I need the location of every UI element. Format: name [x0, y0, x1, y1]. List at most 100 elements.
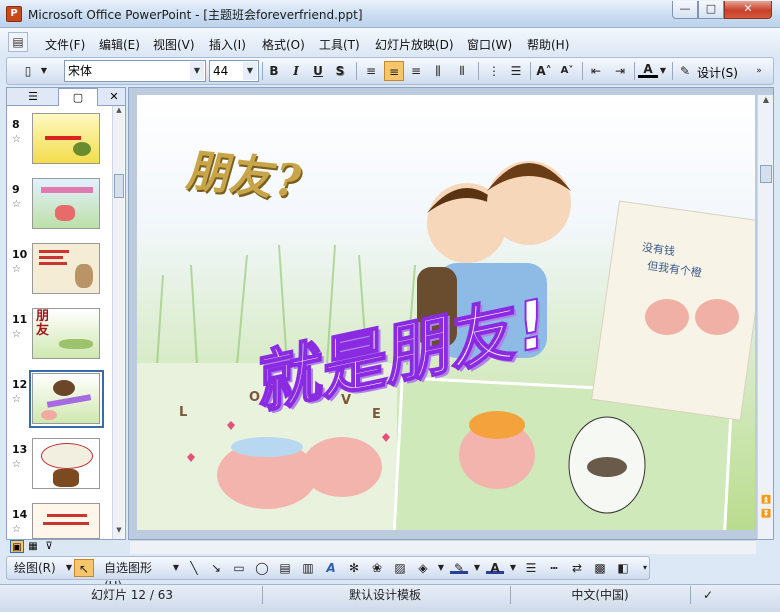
slide-thumbnail[interactable] — [32, 503, 100, 539]
spell-check-icon[interactable]: ✓ — [698, 586, 718, 604]
slide-title-art[interactable]: 朋友? — [181, 134, 310, 210]
toolbar-options-icon[interactable]: » — [752, 61, 766, 81]
decrease-indent-icon[interactable]: ⇤ — [586, 61, 606, 81]
chevron-up-icon[interactable]: ▲ — [113, 106, 125, 118]
arrow-style-icon[interactable]: ⇄ — [568, 559, 586, 577]
draw-menu-button[interactable]: 绘图(R) — [14, 559, 70, 577]
powerpoint-app-icon[interactable]: P — [6, 6, 22, 22]
next-slide-icon[interactable]: ⏬ — [758, 509, 774, 521]
3d-style-icon[interactable]: ◧ — [614, 559, 632, 577]
picture-icon[interactable]: ▨ — [391, 559, 409, 577]
vertical-textbox-icon[interactable]: ▥ — [299, 559, 317, 577]
scroll-thumb[interactable] — [114, 174, 124, 198]
chevron-down-icon[interactable]: ▼ — [171, 559, 181, 577]
increase-indent-icon[interactable]: ⇥ — [610, 61, 630, 81]
align-right-icon[interactable]: ≡ — [406, 61, 426, 81]
chevron-up-icon[interactable]: ▲ — [758, 95, 774, 109]
chevron-down-icon[interactable]: ▼ — [38, 61, 50, 81]
slide-sorter-icon[interactable]: ▦ — [26, 540, 40, 553]
menu-format[interactable]: 格式(O) — [262, 36, 305, 53]
decrease-font-icon[interactable]: A˅ — [557, 61, 577, 81]
align-center-icon[interactable]: ≡ — [384, 61, 404, 81]
horizontal-scrollbar[interactable] — [130, 540, 756, 554]
thumbnail-scrollbar[interactable]: ▲ ▼ — [112, 106, 124, 539]
line-tool-icon[interactable]: ╲ — [185, 559, 203, 577]
slide-thumbnail[interactable] — [32, 113, 100, 164]
italic-button[interactable]: I — [286, 61, 306, 81]
line-style-icon[interactable]: ☰ — [522, 559, 540, 577]
oval-tool-icon[interactable]: ◯ — [253, 559, 271, 577]
wordart-icon[interactable]: A — [322, 559, 340, 577]
chevron-down-icon[interactable]: ▼ — [472, 559, 482, 577]
design-button[interactable]: 设计(S) — [697, 64, 738, 81]
toolbar-separator — [262, 62, 263, 80]
slideshow-view-icon[interactable]: ⊽ — [42, 540, 56, 553]
slide-thumbnail[interactable]: 朋友 — [32, 308, 100, 359]
font-color-button[interactable]: A — [638, 61, 658, 78]
chevron-down-icon[interactable]: ▼ — [436, 559, 446, 577]
chevron-down-icon[interactable]: ▼ — [243, 62, 257, 80]
animation-star-icon: ☆ — [12, 264, 21, 275]
menu-edit[interactable]: 编辑(E) — [99, 36, 140, 53]
current-slide[interactable]: 朋友? 没有钱 但我有个橙 L O V E 就是朋友! — [137, 95, 755, 530]
bold-button[interactable]: B — [264, 61, 284, 81]
normal-view-icon[interactable]: ▣ — [10, 540, 24, 553]
arrow-tool-icon[interactable]: ↘ — [207, 559, 225, 577]
vertical-text-icon[interactable]: ⦀ — [452, 61, 472, 81]
select-pointer-icon[interactable]: ↖ — [74, 559, 94, 577]
shadow-style-icon[interactable]: ▩ — [591, 559, 609, 577]
slide-thumbnail[interactable] — [32, 373, 100, 424]
textbox-icon[interactable]: ▤ — [276, 559, 294, 577]
diagram-icon[interactable]: ✻ — [345, 559, 363, 577]
slide-thumbnail[interactable] — [32, 438, 100, 489]
dash-style-icon[interactable]: ┅ — [545, 559, 563, 577]
chevron-down-icon[interactable]: ▼ — [190, 62, 204, 80]
menu-view[interactable]: 视图(V) — [153, 36, 195, 53]
underline-button[interactable]: U — [308, 61, 328, 81]
menu-insert[interactable]: 插入(I) — [209, 36, 246, 53]
close-icon[interactable]: ✕ — [104, 88, 124, 106]
font-size-combo[interactable]: 44 ▼ — [209, 60, 259, 82]
thumbnail-number: 8 — [12, 118, 20, 131]
slide-thumbnail[interactable] — [32, 178, 100, 229]
increase-font-icon[interactable]: A˄ — [534, 61, 554, 81]
close-button[interactable]: ✕ — [724, 1, 772, 19]
document-menu-icon[interactable]: ▤ — [8, 32, 28, 52]
menu-file[interactable]: 文件(F) — [45, 36, 85, 53]
line-color-icon[interactable]: ✎ — [450, 559, 468, 575]
previous-slide-icon[interactable]: ⏫ — [758, 495, 774, 507]
menu-tools[interactable]: 工具(T) — [319, 36, 360, 53]
font-name-combo[interactable]: 宋体 ▼ — [64, 60, 206, 82]
slide-thumbnail[interactable] — [32, 243, 100, 294]
chevron-down-icon[interactable]: ▼ — [64, 559, 74, 577]
design-icon[interactable]: ✎ — [678, 61, 692, 81]
tab-slides[interactable]: ▢ — [58, 88, 98, 106]
autoshape-menu-button[interactable]: 自选图形(U) — [104, 559, 170, 593]
align-left-icon[interactable]: ≡ — [361, 61, 381, 81]
toolbar-separator — [356, 62, 357, 80]
new-document-icon[interactable]: ▯ — [18, 61, 38, 81]
chevron-down-icon[interactable]: ▼ — [508, 559, 518, 577]
font-color-draw-icon[interactable]: A — [486, 559, 504, 575]
menu-window[interactable]: 窗口(W) — [467, 36, 512, 53]
love-letter-e: E — [372, 407, 381, 422]
menu-help[interactable]: 帮助(H) — [527, 36, 569, 53]
thumbnail-number: 14 — [12, 508, 28, 521]
chevron-down-icon[interactable]: ▼ — [658, 61, 668, 81]
tab-outline[interactable]: ☰ — [16, 88, 50, 106]
clipart-icon[interactable]: ❀ — [368, 559, 386, 577]
distribute-icon[interactable]: ⫼ — [428, 61, 448, 81]
numbered-list-icon[interactable]: ⋮ — [484, 61, 504, 81]
slide-vertical-scrollbar[interactable]: ▲ ⏫ ⏬ — [757, 95, 773, 539]
menu-slideshow[interactable]: 幻灯片放映(D) — [375, 36, 454, 53]
toolbar-options-icon[interactable]: ▾ — [640, 559, 650, 577]
rectangle-tool-icon[interactable]: ▭ — [230, 559, 248, 577]
shadow-button[interactable]: S — [330, 61, 350, 81]
scroll-thumb[interactable] — [760, 165, 772, 183]
bullet-list-icon[interactable]: ☰ — [506, 61, 526, 81]
fill-color-icon[interactable]: ◈ — [414, 559, 432, 577]
minimize-button[interactable]: — — [672, 1, 698, 19]
chevron-down-icon[interactable]: ▼ — [113, 526, 125, 538]
animation-star-icon: ☆ — [12, 199, 21, 210]
maximize-button[interactable]: □ — [698, 1, 724, 19]
